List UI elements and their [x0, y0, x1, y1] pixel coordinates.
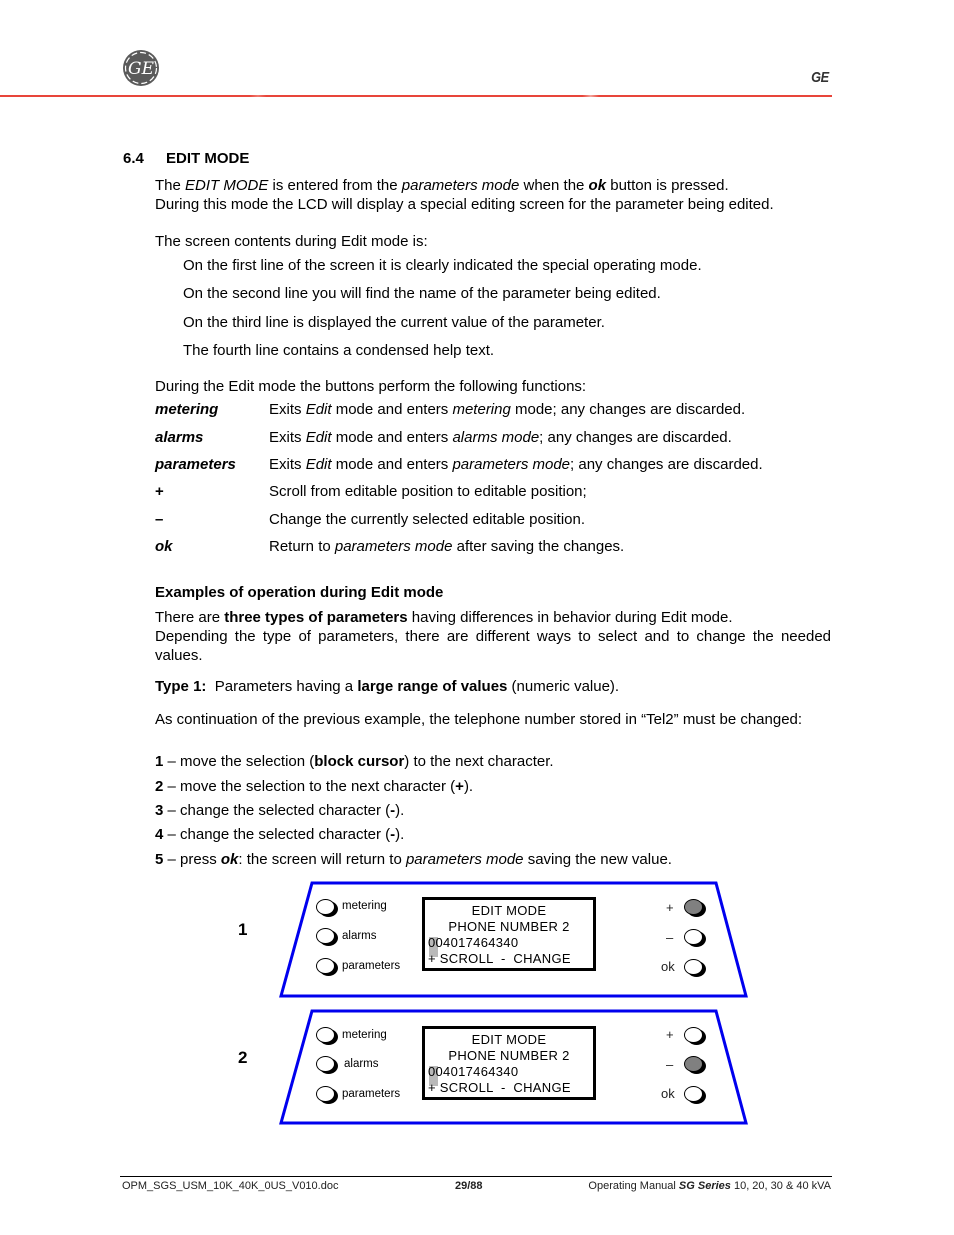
parameters-button[interactable]: [316, 1086, 338, 1104]
panel-label: 1: [238, 920, 248, 939]
footer-page-number: 29/88: [455, 1180, 483, 1192]
ge-logo-icon: GE: [122, 49, 160, 87]
function-key-minus: –: [155, 511, 164, 528]
control-panel-diagram: metering alarms parameters EDIT MODE PHO…: [270, 1008, 760, 1133]
type1-line: Type 1: Parameters having a large range …: [155, 678, 620, 695]
ok-button-label: ok: [661, 959, 675, 974]
alarms-button[interactable]: [316, 928, 338, 946]
screen-contents-heading: The screen contents during Edit mode is:: [155, 233, 428, 250]
examples-para-1: There are three types of parameters havi…: [155, 609, 733, 626]
lcd-line-1: EDIT MODE: [471, 1032, 547, 1047]
metering-button-label: metering: [342, 1029, 387, 1041]
examples-heading: Examples of operation during Edit mode: [155, 584, 444, 601]
step-item: 2 – move the selection to the next chara…: [155, 778, 474, 795]
section-number: 6.4: [123, 150, 144, 167]
lcd-line-2: PHONE NUMBER 2: [448, 1048, 570, 1063]
functions-heading: During the Edit mode the buttons perform…: [155, 378, 587, 395]
screen-line-desc: On the third line is displayed the curre…: [183, 314, 605, 331]
alarms-button-label: alarms: [344, 1058, 379, 1070]
plus-button-label: +: [666, 900, 674, 915]
metering-button[interactable]: [316, 1027, 338, 1045]
alarms-button-label: alarms: [342, 930, 377, 942]
continuation-para: As continuation of the previous example,…: [155, 711, 803, 728]
metering-button[interactable]: [316, 899, 338, 917]
step-item: 4 – change the selected character (-).: [155, 826, 405, 843]
examples-para-2: Depending the type of parameters, there …: [155, 628, 831, 664]
svg-text:GE: GE: [128, 59, 155, 79]
plus-button-label: +: [666, 1027, 674, 1042]
minus-button-label: –: [666, 1057, 674, 1072]
function-desc: Exits Edit mode and enters alarms mode; …: [269, 429, 732, 446]
function-desc: Scroll from editable position to editabl…: [269, 483, 587, 500]
intro-line-1: The EDIT MODE is entered from the parame…: [155, 177, 729, 194]
function-desc: Return to parameters mode after saving t…: [269, 538, 625, 555]
parameters-button-label: parameters: [342, 1088, 401, 1100]
function-key-metering: metering: [155, 401, 219, 418]
lcd-line-1: EDIT MODE: [471, 903, 547, 918]
plus-button[interactable]: [684, 899, 706, 917]
minus-button[interactable]: [684, 1056, 706, 1074]
section-title: EDIT MODE: [166, 150, 250, 167]
screen-line-desc: On the second line you will find the nam…: [183, 285, 661, 302]
lcd-line-3: 004017464340: [428, 935, 519, 950]
step-item: 5 – press ok: the screen will return to …: [155, 851, 672, 868]
function-desc: Exits Edit mode and enters metering mode…: [269, 401, 746, 418]
lcd-line-4: + SCROLL - CHANGE: [428, 951, 571, 966]
control-panel-diagram: metering alarms parameters EDIT MODE PHO…: [270, 880, 760, 1005]
lcd-line-2: PHONE NUMBER 2: [448, 919, 570, 934]
step-item: 1 – move the selection (block cursor) to…: [155, 753, 554, 770]
screen-line-desc: The fourth line contains a condensed hel…: [183, 342, 495, 359]
function-key-alarms: alarms: [155, 429, 204, 446]
alarms-button[interactable]: [316, 1056, 338, 1074]
minus-button[interactable]: [684, 929, 706, 947]
function-key-ok: ok: [155, 538, 173, 555]
lcd-line-3: 004017464340: [428, 1064, 519, 1079]
minus-button-label: –: [666, 930, 674, 945]
footer-doc-name: OPM_SGS_USM_10K_40K_0US_V010.doc: [122, 1180, 339, 1192]
plus-button[interactable]: [684, 1027, 706, 1045]
step-item: 3 – change the selected character (-).: [155, 802, 405, 819]
metering-button-label: metering: [342, 900, 387, 912]
lcd-screen: EDIT MODE PHONE NUMBER 2 004017464340 + …: [422, 1026, 596, 1100]
brand-text: GE: [811, 69, 829, 86]
ok-button[interactable]: [684, 959, 706, 977]
panel-label: 2: [238, 1048, 248, 1067]
ok-button-label: ok: [661, 1086, 675, 1101]
function-key-plus: +: [155, 483, 164, 500]
function-key-parameters: parameters: [155, 456, 236, 473]
function-desc: Change the currently selected editable p…: [269, 511, 586, 528]
screen-line-desc: On the first line of the screen it is cl…: [183, 257, 702, 274]
ok-button[interactable]: [684, 1086, 706, 1104]
parameters-button-label: parameters: [342, 960, 401, 972]
lcd-line-4: + SCROLL - CHANGE: [428, 1080, 571, 1095]
header-rule: [0, 95, 832, 97]
parameters-button[interactable]: [316, 958, 338, 976]
lcd-screen: EDIT MODE PHONE NUMBER 2 004017464340 + …: [422, 897, 596, 971]
function-desc: Exits Edit mode and enters parameters mo…: [269, 456, 763, 473]
footer-rule: [120, 1176, 832, 1177]
intro-line-2: During this mode the LCD will display a …: [155, 196, 774, 213]
footer-manual-title: Operating Manual SG Series 10, 20, 30 & …: [588, 1180, 831, 1192]
